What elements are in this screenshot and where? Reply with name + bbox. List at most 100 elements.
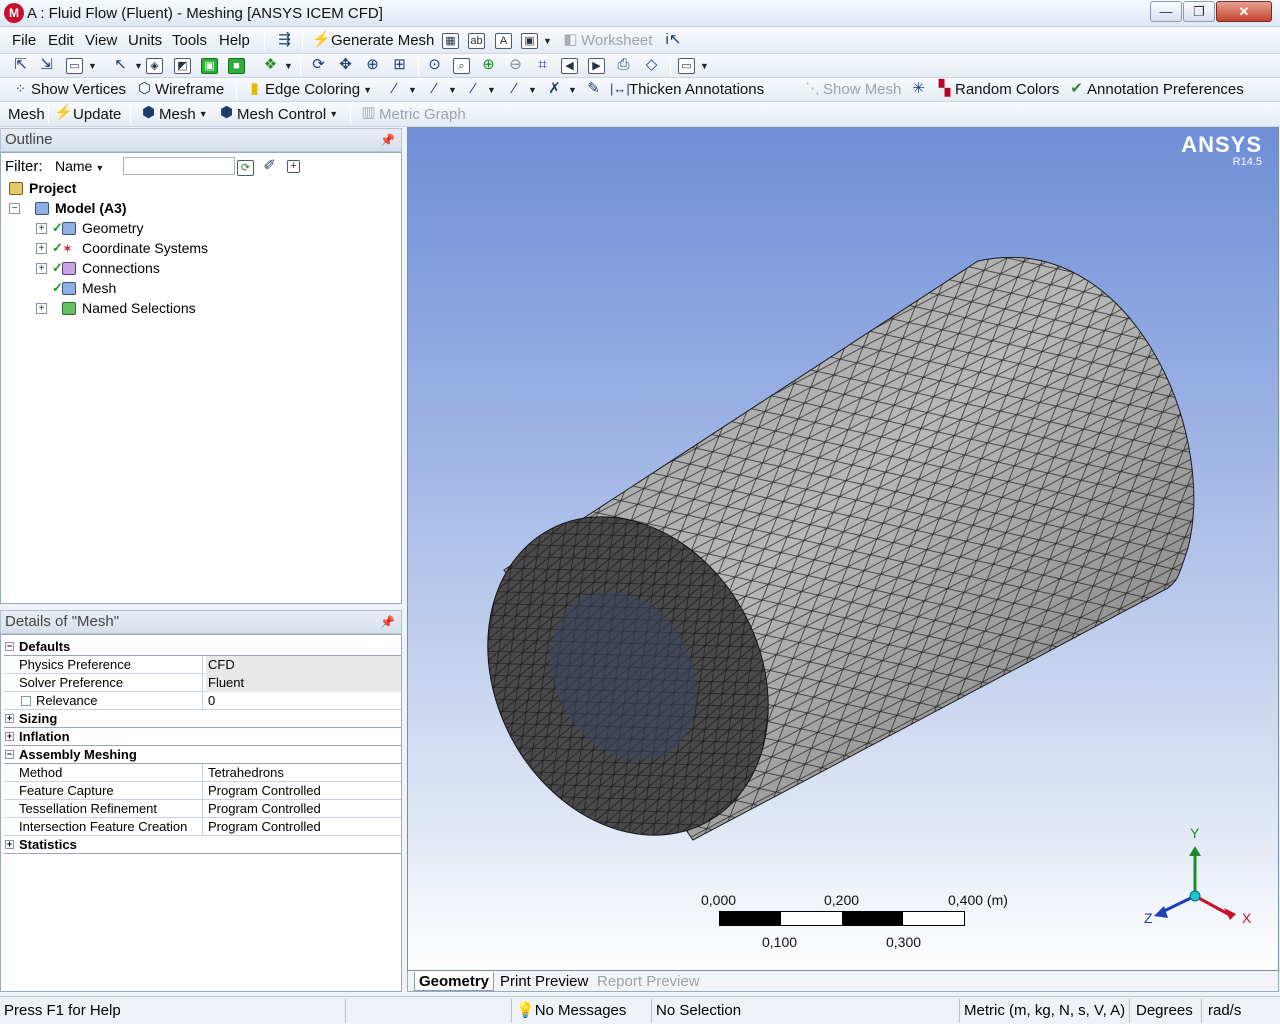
viewport-layout-dropdown[interactable]: ▭ ▼	[678, 54, 709, 77]
next-view-icon[interactable]: ▶	[588, 54, 607, 77]
detail-value[interactable]: CFD	[206, 655, 401, 674]
annotation-preferences-button[interactable]: ✔ Annotation Preferences	[1068, 78, 1244, 101]
expand-icon[interactable]: +	[5, 840, 14, 849]
box-zoom-icon[interactable]: ⊞	[391, 54, 410, 77]
edge-style-3-dropdown[interactable]: ⁄ ▼	[465, 78, 496, 101]
tree-node-named-selections[interactable]: + Named Selections	[36, 298, 196, 318]
zoom-icon[interactable]: ⊕	[364, 54, 383, 77]
angular-velocity-units-status[interactable]: rad/s	[1202, 999, 1280, 1023]
select-vertex-icon[interactable]: ◈	[146, 54, 165, 77]
select-type-dropdown[interactable]: ▭ ▼	[66, 54, 97, 77]
select-mode-icon[interactable]: ⇲	[38, 54, 57, 77]
select-face-icon[interactable]: ▣	[201, 54, 220, 77]
edge-probe-icon[interactable]: ✎	[585, 78, 604, 101]
label-icon[interactable]: ab	[468, 28, 487, 53]
menu-edit[interactable]: Edit	[48, 28, 74, 53]
tab-geometry[interactable]: Geometry	[414, 972, 495, 991]
detail-value[interactable]: Fluent	[206, 673, 401, 692]
pointer-dropdown[interactable]: ↖ ▼	[112, 54, 143, 77]
image-dropdown-icon[interactable]: ▣ ▼	[521, 28, 552, 53]
select-body-icon[interactable]: ■	[228, 54, 247, 77]
edge-style-1-dropdown[interactable]: ⁄ ▼	[386, 78, 417, 101]
detail-row[interactable]: Feature Capture Program Controlled	[4, 781, 401, 800]
expand-icon[interactable]: +	[5, 732, 14, 741]
collapse-icon[interactable]: −	[5, 750, 14, 759]
detail-row[interactable]: Method Tetrahedrons	[4, 763, 401, 782]
select-point-icon[interactable]: ⇱	[12, 54, 31, 77]
extend-selection-dropdown[interactable]: ❖ ▼	[262, 54, 293, 77]
clear-filter-icon[interactable]: ✐	[261, 158, 278, 175]
detail-value[interactable]: Program Controlled	[206, 818, 401, 836]
context-help-icon[interactable]: i↖	[665, 28, 684, 53]
group-sizing[interactable]: + Sizing	[4, 710, 401, 728]
expand-all-icon[interactable]: +	[287, 160, 300, 173]
menu-view[interactable]: View	[85, 28, 117, 53]
random-colors-button[interactable]: ▚ Random Colors	[936, 78, 1060, 101]
expand-icon[interactable]: +	[36, 222, 47, 234]
graphics-viewport[interactable]: ANSYS R14.5 0,000 0,200 0,400 (m) 0,100 …	[407, 127, 1279, 971]
magnifier-window-icon[interactable]: ⌗	[534, 54, 553, 77]
metric-graph-button[interactable]: ▥ Metric Graph	[360, 102, 465, 126]
expand-icon[interactable]: +	[5, 714, 14, 723]
expand-icon[interactable]: +	[36, 242, 47, 254]
close-button[interactable]: ✕	[1216, 1, 1272, 22]
zoom-fit-icon[interactable]: ⊙	[426, 54, 445, 77]
tree-icon[interactable]: ⇶	[276, 28, 295, 53]
units-status[interactable]: Metric (m, kg, N, s, V, A)	[960, 999, 1130, 1023]
menu-help[interactable]: Help	[219, 28, 250, 53]
detail-value[interactable]: Program Controlled	[206, 782, 401, 800]
group-defaults[interactable]: − Defaults	[4, 638, 401, 656]
maximize-button[interactable]: ❐	[1183, 1, 1215, 22]
rotate-icon[interactable]: ⟳	[310, 54, 329, 77]
menu-file[interactable]: File	[12, 28, 36, 53]
detail-value[interactable]: Program Controlled	[206, 800, 401, 818]
tab-print-preview[interactable]: Print Preview	[496, 972, 592, 991]
filter-type-select[interactable]: Name ▼	[51, 156, 115, 176]
axis-triad[interactable]	[1136, 828, 1256, 938]
minimize-button[interactable]: —	[1150, 1, 1182, 22]
select-edge-icon[interactable]: ◩	[174, 54, 193, 77]
show-mesh-button[interactable]: ⋱ Show Mesh	[804, 78, 901, 101]
detail-row[interactable]: Solver Preference Fluent	[4, 673, 401, 692]
tree-node-connections[interactable]: + ✓ Connections	[36, 258, 160, 278]
angle-units-status[interactable]: Degrees	[1130, 999, 1202, 1023]
edge-style-2-dropdown[interactable]: ⁄ ▼	[426, 78, 457, 101]
menu-tools[interactable]: Tools	[172, 28, 207, 53]
group-statistics[interactable]: + Statistics	[4, 836, 401, 854]
collapse-icon[interactable]: −	[5, 642, 14, 651]
menu-units[interactable]: Units	[128, 28, 162, 53]
generate-mesh-button[interactable]: ⚡ Generate Mesh	[312, 28, 434, 53]
tree-node-coordinate-systems[interactable]: + ✓ ✶ Coordinate Systems	[36, 238, 208, 258]
zoom-box-icon[interactable]: ⌕	[453, 54, 472, 77]
refresh-filter-icon[interactable]: ⟳	[237, 160, 254, 176]
detail-value[interactable]: Tetrahedrons	[206, 764, 401, 782]
expand-icon[interactable]: +	[36, 262, 47, 274]
wireframe-button[interactable]: ⬡ Wireframe	[136, 78, 224, 101]
detail-row[interactable]: Relevance 0	[4, 691, 401, 710]
print-icon[interactable]: ⎙	[615, 54, 634, 77]
tree-node-model[interactable]: − Model (A3)	[9, 198, 127, 218]
annotation-icon[interactable]: ▦	[442, 28, 461, 53]
zoom-out-icon[interactable]: ⊖	[507, 54, 526, 77]
pin-icon[interactable]: 📌	[380, 129, 395, 151]
show-vertices-button[interactable]: ⁘ Show Vertices	[12, 78, 126, 101]
group-assembly-meshing[interactable]: − Assembly Meshing	[4, 746, 401, 764]
edge-style-5-dropdown[interactable]: ✗ ▼	[546, 78, 577, 101]
edge-coloring-dropdown[interactable]: ▮ Edge Coloring ▼	[246, 78, 372, 101]
thicken-annotations-button[interactable]: |↔| Thicken Annotations	[610, 78, 764, 101]
tab-report-preview[interactable]: Report Preview	[593, 972, 704, 991]
text-icon[interactable]: A	[495, 28, 514, 53]
detail-value[interactable]: 0	[206, 692, 401, 710]
mesh-dropdown[interactable]: ⬢ Mesh ▼	[140, 102, 208, 126]
pin-icon[interactable]: 📌	[380, 611, 395, 633]
zoom-in-icon[interactable]: ⊕	[480, 54, 499, 77]
expand-icon[interactable]: +	[36, 302, 47, 314]
collapse-icon[interactable]: −	[9, 202, 20, 214]
tree-node-geometry[interactable]: + ✓ Geometry	[36, 218, 143, 238]
detail-row[interactable]: Intersection Feature Creation Program Con…	[4, 817, 401, 836]
worksheet-button[interactable]: ◧ Worksheet	[562, 28, 652, 53]
update-button[interactable]: ⚡ Update	[54, 102, 121, 126]
tag-icon[interactable]: ◇	[643, 54, 662, 77]
pan-icon[interactable]: ✥	[337, 54, 356, 77]
parameter-checkbox[interactable]	[21, 696, 31, 706]
